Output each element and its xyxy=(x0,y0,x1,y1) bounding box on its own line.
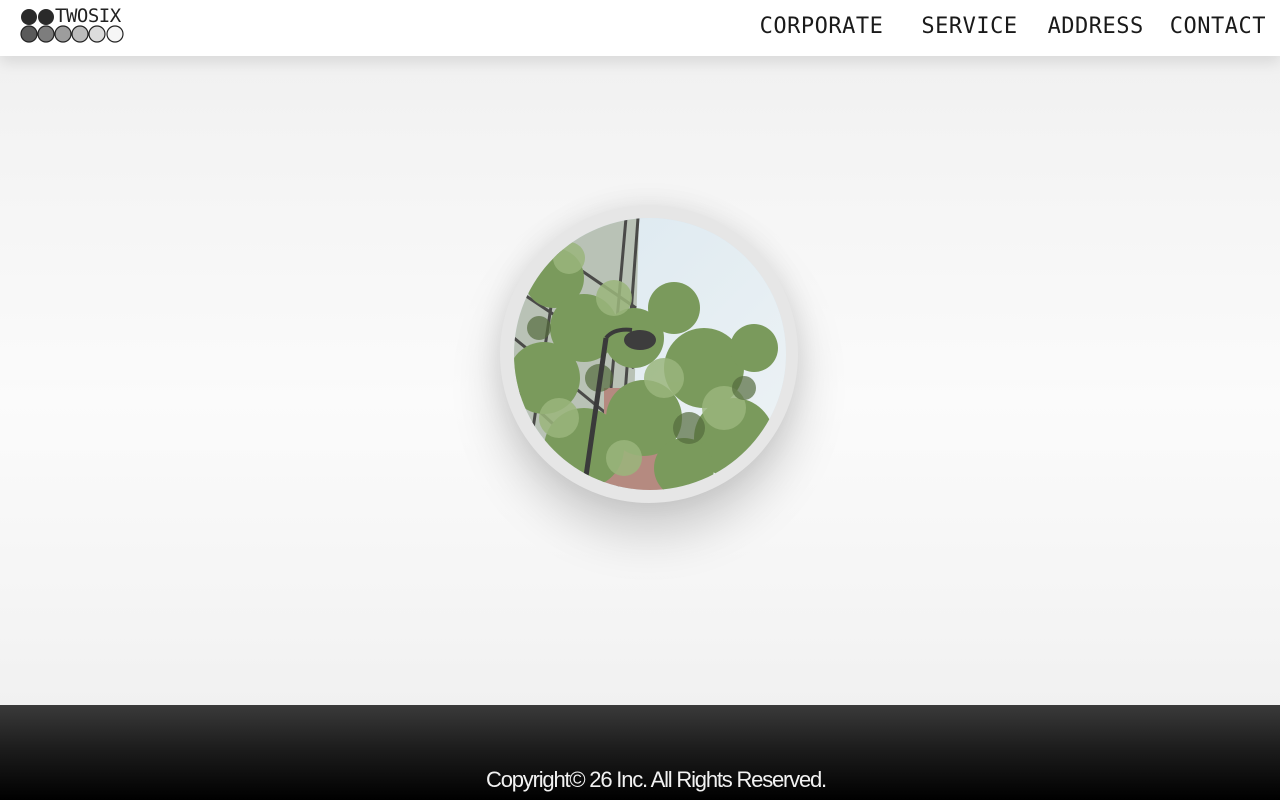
nav-link-address[interactable]: ADDRESS xyxy=(1048,14,1144,39)
nav-link-contact[interactable]: CONTACT xyxy=(1170,14,1266,39)
site-logo[interactable]: TWOSIX xyxy=(19,5,129,45)
copyright-text: Copyright© 26 Inc. All Rights Reserved. xyxy=(486,767,827,792)
site-header: TWOSIX CORPORATE SERVICE ADDRESS CONTACT xyxy=(0,0,1280,56)
nav-link-service[interactable]: SERVICE xyxy=(921,14,1017,39)
hero-photo xyxy=(514,218,786,490)
main-nav: CORPORATE SERVICE ADDRESS CONTACT xyxy=(760,0,1266,52)
page: TWOSIX CORPORATE SERVICE ADDRESS CONTACT xyxy=(0,0,1280,800)
site-footer: Copyright© 26 Inc. All Rights Reserved. xyxy=(0,705,1280,800)
logo-wordmark: TWOSIX xyxy=(55,5,121,27)
building-trees-photo-icon xyxy=(514,218,786,490)
nav-link-corporate[interactable]: CORPORATE xyxy=(760,14,884,39)
hero-photo-frame xyxy=(500,205,798,503)
